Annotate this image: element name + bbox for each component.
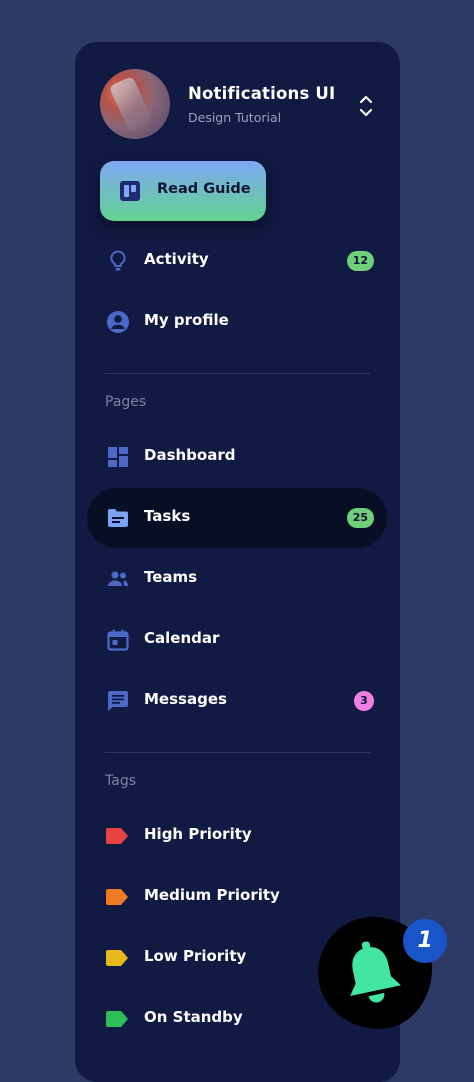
read-guide-button[interactable]: Read Guide xyxy=(100,161,266,221)
section-heading-pages: Pages xyxy=(105,394,147,410)
people-icon xyxy=(108,571,128,586)
section-heading-tags: Tags xyxy=(105,773,136,789)
tag-label: Medium Priority xyxy=(144,886,280,904)
count-badge: 25 xyxy=(346,508,374,528)
nav-item-my-profile[interactable]: My profile xyxy=(87,292,387,352)
bell-icon xyxy=(350,941,401,1003)
tag-label: Low Priority xyxy=(144,947,247,965)
nav-item-dashboard[interactable]: Dashboard xyxy=(87,427,387,487)
count-badge: 12 xyxy=(346,251,374,271)
nav-item-teams[interactable]: Teams xyxy=(87,549,387,609)
tag-item-medium-priority[interactable]: Medium Priority xyxy=(87,867,387,927)
nav-item-tasks[interactable]: Tasks 25 xyxy=(87,488,387,548)
nav-item-label: Teams xyxy=(144,568,198,586)
nav-item-label: Calendar xyxy=(144,629,220,647)
nav-item-messages[interactable]: Messages 3 xyxy=(87,671,387,731)
nav-item-label: Activity xyxy=(144,250,209,268)
divider xyxy=(105,373,370,374)
workspace-header[interactable]: Notifications UI Design Tutorial xyxy=(100,69,390,141)
calendar-icon xyxy=(107,629,129,651)
workspace-title: Notifications UI xyxy=(188,84,336,103)
tag-label: High Priority xyxy=(144,825,252,843)
tag-label: On Standby xyxy=(144,1008,243,1026)
nav-item-label: Dashboard xyxy=(144,446,236,464)
nav-item-label: Messages xyxy=(144,690,227,708)
dashboard-icon xyxy=(108,447,128,467)
nav-item-label: My profile xyxy=(144,311,229,329)
board-icon xyxy=(120,181,140,201)
workspace-subtitle: Design Tutorial xyxy=(188,110,282,125)
folder-icon xyxy=(108,509,128,527)
tag-item-high-priority[interactable]: High Priority xyxy=(87,806,387,866)
divider xyxy=(105,752,370,753)
tag-icon xyxy=(106,950,128,966)
tag-icon xyxy=(106,1011,128,1027)
nav-item-calendar[interactable]: Calendar xyxy=(87,610,387,670)
read-guide-label: Read Guide xyxy=(157,181,251,197)
lightbulb-icon xyxy=(110,250,126,271)
notification-count-badge: 1 xyxy=(403,919,447,963)
avatar xyxy=(100,69,170,139)
user-circle-icon xyxy=(107,311,129,333)
chevron-up-down-icon[interactable] xyxy=(358,94,374,118)
nav-item-label: Tasks xyxy=(144,507,191,525)
message-icon xyxy=(108,691,128,711)
nav-item-activity[interactable]: Activity 12 xyxy=(87,231,387,291)
count-badge: 3 xyxy=(354,691,374,711)
tag-icon xyxy=(106,828,128,844)
tag-icon xyxy=(106,889,128,905)
